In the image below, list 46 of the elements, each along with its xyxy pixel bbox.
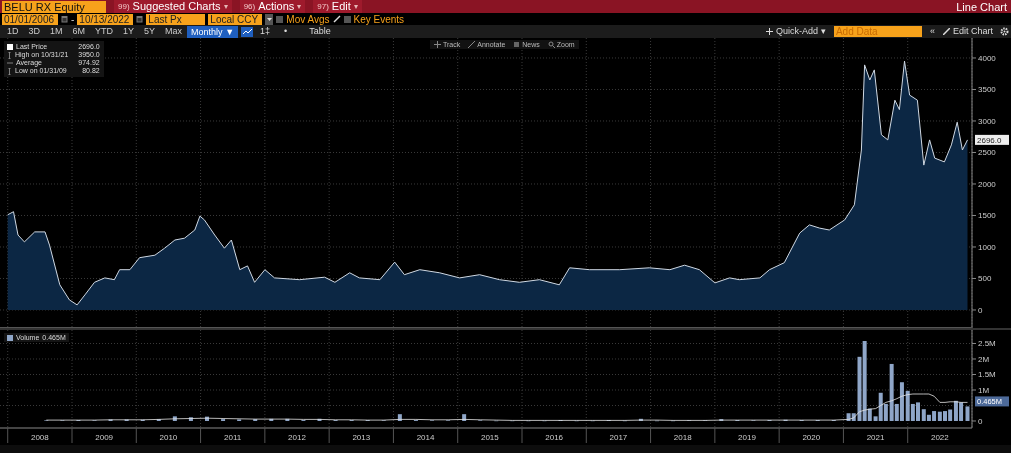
- year-label: 2012: [288, 433, 306, 442]
- caret-icon: ▾: [297, 0, 302, 13]
- quick-add-label: Quick-Add: [775, 25, 818, 38]
- caret-icon: ▾: [820, 25, 826, 38]
- date-separator: -: [71, 13, 75, 25]
- chart-type-title: Line Chart: [956, 0, 1007, 13]
- axis-label: 0: [978, 306, 983, 315]
- axis-label: 2M: [978, 355, 990, 364]
- menu-label: Edit: [331, 0, 351, 13]
- year-label: 2013: [352, 433, 371, 442]
- axis-label: 4000: [978, 53, 996, 63]
- axis-label: 3500: [978, 85, 996, 95]
- axis-label: 2.5M: [978, 339, 996, 349]
- menu-number: 97): [317, 1, 329, 13]
- year-label: 2010: [159, 433, 178, 442]
- edit-chart-label: Edit Chart: [952, 25, 993, 38]
- axis-label: 1.5M: [978, 370, 996, 380]
- year-label: 2015: [480, 433, 499, 442]
- option-label: Key Events: [353, 13, 405, 25]
- axis-label: 3000: [978, 116, 996, 126]
- year-label: 2016: [545, 433, 564, 442]
- caret-icon: ▾: [223, 0, 228, 13]
- caret-icon: ▾: [353, 0, 358, 13]
- axis-label: 1500: [978, 211, 996, 221]
- year-label: 2008: [30, 433, 49, 442]
- year-label: 2019: [738, 433, 756, 442]
- menu-label: Suggested Charts: [132, 0, 221, 13]
- year-label: 2020: [802, 433, 821, 442]
- year-label: 2018: [673, 433, 692, 442]
- menu-label: Actions: [258, 0, 295, 13]
- year-label: 2011: [224, 433, 242, 442]
- last-price-tag: 2696.0: [975, 134, 1009, 145]
- axis-label: 0: [978, 417, 983, 426]
- menu-number: 96): [243, 1, 256, 13]
- year-label: 2022: [930, 433, 949, 442]
- axis-label: 2000: [978, 180, 996, 189]
- axis-label: 1M: [978, 386, 990, 395]
- axis-label: 500: [978, 274, 992, 284]
- year-label: 2017: [609, 433, 628, 442]
- axis-label: 1000: [978, 243, 996, 252]
- menu-number: 99): [118, 1, 130, 13]
- year-label: 2021: [866, 433, 885, 442]
- year-label: 2014: [416, 433, 435, 442]
- option-label: Mov Avgs: [286, 13, 330, 25]
- year-label: 2009: [95, 433, 114, 442]
- axis-label: 2500: [978, 148, 996, 158]
